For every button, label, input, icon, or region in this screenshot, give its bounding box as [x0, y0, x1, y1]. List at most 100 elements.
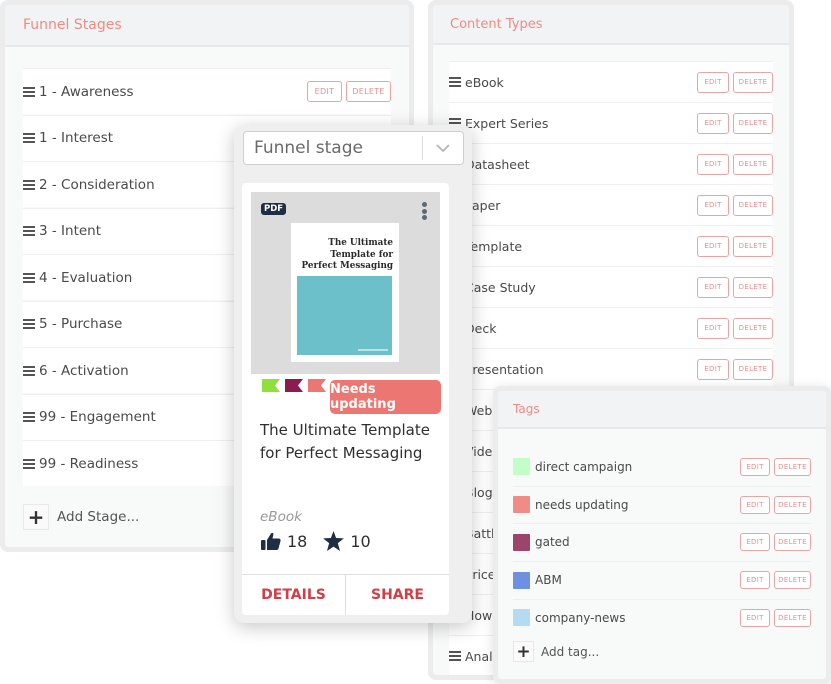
- delete-button[interactable]: DELETE: [733, 235, 773, 257]
- delete-button[interactable]: DELETE: [774, 457, 811, 476]
- tag-color-swatch[interactable]: [513, 609, 530, 627]
- add-tag-label: Add tag...: [541, 644, 600, 659]
- delete-button[interactable]: DELETE: [774, 495, 811, 514]
- tag-list: direct campaign EDIT DELETE needs updating E…: [513, 448, 811, 638]
- tag-label: ABM: [535, 573, 562, 588]
- add-stage-button[interactable]: + Add Stage...: [23, 504, 139, 530]
- tag-label: direct campaign: [535, 459, 633, 474]
- drag-handle-icon[interactable]: [23, 272, 35, 283]
- drag-handle-icon[interactable]: [23, 226, 35, 236]
- funnel-stage-select[interactable]: Funnel stage: [243, 131, 464, 165]
- edit-button[interactable]: EDIT: [740, 457, 770, 476]
- delete-button[interactable]: DELETE: [733, 276, 773, 298]
- funnel-stage-row[interactable]: 1 - Awareness EDIT DELETE: [23, 68, 391, 114]
- content-type-label: eBook: [465, 74, 504, 90]
- drag-handle-icon[interactable]: [23, 319, 35, 329]
- tags-panel: Tags direct campaign EDIT DELETE needs upda…: [493, 386, 831, 684]
- row-actions: EDIT DELETE: [697, 276, 773, 298]
- content-type-row[interactable]: Expert Series EDIT DELETE: [449, 102, 773, 143]
- delete-button[interactable]: DELETE: [346, 81, 391, 102]
- row-actions: EDIT DELETE: [740, 608, 811, 627]
- tag-flag: [262, 379, 280, 392]
- add-tag-button[interactable]: + Add tag...: [513, 641, 599, 662]
- tag-label: company-news: [535, 610, 626, 625]
- card-title: The Ultimate Template for Perfect Messag…: [260, 421, 430, 462]
- tag-label: gated: [535, 535, 570, 550]
- file-type-badge: PDF: [261, 203, 287, 215]
- tag-row[interactable]: needs updating EDIT DELETE: [513, 485, 811, 523]
- content-type-row[interactable]: Deck EDIT DELETE: [449, 307, 773, 348]
- drag-handle-icon[interactable]: [23, 458, 35, 469]
- edit-button[interactable]: EDIT: [697, 317, 729, 339]
- delete-button[interactable]: DELETE: [774, 533, 811, 552]
- likes-stat[interactable]: 18: [261, 532, 307, 551]
- content-type-row[interactable]: Case Study EDIT DELETE: [449, 266, 773, 307]
- tag-label: needs updating: [535, 497, 629, 512]
- edit-button[interactable]: EDIT: [697, 358, 729, 380]
- delete-button[interactable]: DELETE: [774, 571, 811, 590]
- card-actions: DETAILS SHARE: [242, 574, 449, 615]
- star-icon: [323, 531, 345, 551]
- tag-flag: [285, 379, 303, 392]
- drag-handle-icon[interactable]: [449, 651, 461, 661]
- content-type-row[interactable]: Paper EDIT DELETE: [449, 184, 773, 225]
- panel-title: Tags: [498, 391, 826, 429]
- edit-button[interactable]: EDIT: [697, 112, 729, 134]
- share-button[interactable]: SHARE: [345, 575, 449, 615]
- row-actions: EDIT DELETE: [697, 317, 773, 339]
- drag-handle-icon[interactable]: [23, 179, 35, 190]
- content-card[interactable]: PDF The Ultimate Template for Perfect Me…: [242, 183, 449, 615]
- content-type-row[interactable]: eBook EDIT DELETE: [449, 61, 773, 102]
- delete-button[interactable]: DELETE: [733, 153, 773, 175]
- edit-button[interactable]: EDIT: [740, 495, 770, 514]
- stars-stat[interactable]: 10: [323, 531, 371, 551]
- edit-button[interactable]: EDIT: [697, 71, 729, 93]
- tag-flag: [308, 379, 326, 392]
- drag-handle-icon[interactable]: [23, 133, 35, 143]
- row-actions: EDIT DELETE: [740, 533, 811, 552]
- edit-button[interactable]: EDIT: [740, 571, 770, 590]
- edit-button[interactable]: EDIT: [697, 276, 729, 298]
- edit-button[interactable]: EDIT: [697, 153, 729, 175]
- tag-row[interactable]: direct campaign EDIT DELETE: [513, 448, 811, 485]
- details-button[interactable]: DETAILS: [242, 575, 345, 615]
- edit-button[interactable]: EDIT: [307, 81, 342, 102]
- funnel-stage-label: 1 - Interest: [39, 130, 114, 146]
- tag-row[interactable]: company-news EDIT DELETE: [513, 598, 811, 636]
- tag-color-swatch[interactable]: [513, 458, 530, 475]
- tags-panel-body: Tags direct campaign EDIT DELETE needs upda…: [498, 391, 826, 679]
- card-stats: 18 10: [261, 531, 387, 551]
- tag-color-swatch[interactable]: [513, 496, 530, 514]
- content-type-label: Presentation: [465, 361, 544, 377]
- tag-color-swatch[interactable]: [513, 533, 530, 551]
- content-type-label: eBook: [260, 509, 302, 525]
- content-type-row[interactable]: Template EDIT DELETE: [449, 225, 773, 266]
- funnel-stage-label: 99 - Readiness: [39, 455, 139, 472]
- edit-button[interactable]: EDIT: [697, 194, 729, 216]
- drag-handle-icon[interactable]: [23, 365, 35, 376]
- funnel-stage-label: 99 - Engagement: [39, 409, 156, 425]
- edit-button[interactable]: EDIT: [697, 235, 729, 257]
- chevron-down-icon[interactable]: [423, 143, 463, 153]
- likes-count: 18: [287, 531, 308, 551]
- row-actions: EDIT DELETE: [697, 194, 773, 216]
- content-type-row[interactable]: Datasheet EDIT DELETE: [449, 143, 773, 184]
- delete-button[interactable]: DELETE: [733, 194, 773, 216]
- tag-color-swatch[interactable]: [513, 571, 530, 589]
- delete-button[interactable]: DELETE: [733, 358, 773, 380]
- edit-button[interactable]: EDIT: [740, 608, 770, 627]
- tag-row[interactable]: ABM EDIT DELETE: [513, 561, 811, 598]
- tag-row[interactable]: gated EDIT DELETE: [513, 523, 811, 560]
- drag-handle-icon[interactable]: [23, 86, 35, 97]
- content-type-row[interactable]: Presentation EDIT DELETE: [449, 348, 773, 389]
- delete-button[interactable]: DELETE: [774, 608, 811, 627]
- drag-handle-icon[interactable]: [449, 77, 461, 87]
- delete-button[interactable]: DELETE: [733, 317, 773, 339]
- content-thumbnail[interactable]: PDF The Ultimate Template for Perfect Me…: [251, 192, 440, 374]
- delete-button[interactable]: DELETE: [733, 71, 773, 93]
- more-options-icon[interactable]: [422, 202, 428, 222]
- edit-button[interactable]: EDIT: [740, 533, 770, 552]
- drag-handle-icon[interactable]: [23, 412, 35, 422]
- add-stage-label: Add Stage...: [57, 509, 140, 525]
- delete-button[interactable]: DELETE: [733, 112, 773, 134]
